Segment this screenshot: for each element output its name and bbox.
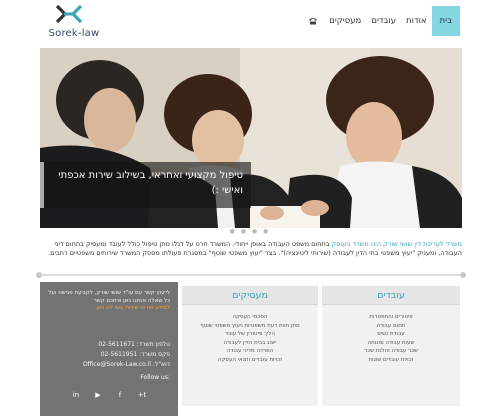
- youtube-icon[interactable]: ▶: [93, 390, 103, 400]
- divider-cap-left: [36, 272, 42, 278]
- hero-caption: טיפול מקצועי ואחראי, בשילוב שירות אכפתי …: [40, 162, 251, 208]
- hero-banner: טיפול מקצועי ואחראי, בשילוב שירות אכפתי …: [40, 48, 462, 228]
- office-email[interactable]: דוא"ל: Office@Sorek-Law.co.il: [46, 360, 170, 370]
- divider-cap-right: [460, 272, 466, 278]
- list-item[interactable]: מתן חוות דעת משפטיות ויעוץ משפטי שוטף: [182, 322, 318, 331]
- employers-box: מעסיקים הסכמי העסקה מתן חוות דעת משפטיות…: [182, 286, 318, 406]
- list-item[interactable]: שכר עבודה והלנת שכר: [322, 347, 460, 356]
- list-item[interactable]: עבודת נשים: [322, 330, 460, 339]
- employees-title[interactable]: עובדים: [322, 286, 460, 305]
- logo-text: Sorek-law: [48, 28, 100, 39]
- list-item[interactable]: זכויות עובדים ותנאי העסקה: [182, 356, 318, 365]
- hero-caption-text: טיפול מקצועי ואחראי, בשילוב שירות אכפתי …: [58, 170, 243, 196]
- linkedin-icon[interactable]: in: [71, 390, 81, 400]
- list-item[interactable]: פיטורים והתפטרות: [322, 313, 460, 322]
- google-plus-icon[interactable]: +t: [137, 390, 147, 400]
- contact-text: לייעוץ קשר עם עו"ד שושי שורק, לקביעת פגי…: [46, 290, 170, 313]
- intro-highlight[interactable]: משרד לעריכת דין שושי שורק הינו משרד העוס…: [332, 240, 462, 248]
- slider-dots[interactable]: ● ● ● ●: [0, 228, 500, 235]
- section-divider: [40, 274, 462, 276]
- list-item[interactable]: זכויות עובדים שונות: [322, 356, 460, 365]
- employers-list: הסכמי העסקה מתן חוות דעת משפטיות ויעוץ מ…: [182, 305, 318, 364]
- nav-home[interactable]: בית: [431, 6, 460, 36]
- brand-logo[interactable]: Sorek-law: [44, 2, 99, 44]
- contact-panel: לייעוץ קשר עם עו"ד שושי שורק, לקביעת פגי…: [40, 282, 178, 416]
- list-item[interactable]: הסכמי העסקה: [182, 313, 318, 322]
- list-item[interactable]: שעות עבודה ומנוחה: [322, 339, 460, 348]
- contact-details: טלפון משרד: 02-5611671 פקס משרד: 02-5611…: [46, 340, 170, 370]
- phone-icon[interactable]: [306, 6, 320, 36]
- list-item[interactable]: הפרדה מדיני עבודה: [182, 347, 318, 356]
- employees-list: פיטורים והתפטרות תחום עבודה עבודת נשים ש…: [322, 305, 460, 364]
- employers-title[interactable]: מעסיקים: [182, 286, 318, 305]
- follow-us-label: Follow us:: [140, 374, 170, 381]
- logo-mark-icon: [56, 4, 82, 24]
- office-fax: פקס משרד: 02-5611951: [100, 351, 170, 358]
- list-item[interactable]: הליך פיטורין של עובד: [182, 330, 318, 339]
- list-item[interactable]: ייצוג בבית הדין לעבודה: [182, 339, 318, 348]
- contact-cta-link[interactable]: למידע אודות שירות עשו לנו כאן: [96, 305, 170, 311]
- social-links: in ▶ f +t: [40, 390, 178, 400]
- main-nav: בית אודות עובדים מעסיקים: [306, 6, 460, 36]
- facebook-icon[interactable]: f: [115, 390, 125, 400]
- employees-box: עובדים פיטורים והתפטרות תחום עבודה עבודת…: [322, 286, 460, 406]
- intro-paragraph: משרד לעריכת דין שושי שורק הינו משרד העוס…: [42, 240, 462, 258]
- nav-employers[interactable]: מעסיקים: [324, 6, 366, 36]
- list-item[interactable]: תחום עבודה: [322, 322, 460, 331]
- nav-about[interactable]: אודות: [401, 6, 432, 36]
- office-phone: טלפון משרד: 02-5611671: [98, 341, 170, 348]
- nav-employees[interactable]: עובדים: [366, 6, 401, 36]
- contact-intro: לייעוץ קשר עם עו"ד שושי שורק, לקביעת פגי…: [48, 290, 170, 304]
